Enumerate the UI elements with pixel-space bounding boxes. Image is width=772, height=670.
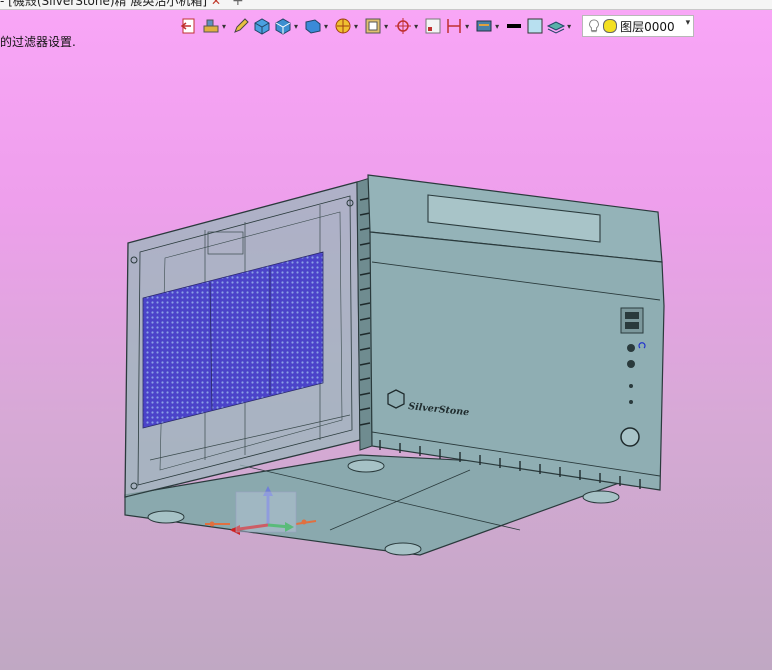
shaded-view-icon[interactable] <box>303 16 323 36</box>
document-tab-title: - [機殼(SilverStone)精 展英沽小机箱] <box>0 0 208 8</box>
mic-jack <box>627 360 635 368</box>
chevron-down-icon[interactable]: ▾ <box>324 22 328 31</box>
3d-viewport[interactable]: SilverStone - [機殼(SilverStone)精 展英沽小机箱] ✕… <box>0 0 772 670</box>
wireframe-icon[interactable] <box>363 16 383 36</box>
layers-icon[interactable] <box>546 16 566 36</box>
chevron-down-icon[interactable]: ▾ <box>384 22 388 31</box>
new-tab-button[interactable]: + <box>232 0 244 9</box>
display-mode-icon[interactable] <box>474 16 494 36</box>
layer-color-icon[interactable] <box>603 19 618 33</box>
chevron-down-icon[interactable]: ▾ <box>414 22 418 31</box>
part-tools-icon[interactable] <box>201 16 221 36</box>
chevron-down-icon[interactable]: ▾ <box>686 18 691 28</box>
case-foot <box>347 459 385 473</box>
power-button <box>620 427 640 447</box>
exit-icon[interactable] <box>180 16 200 36</box>
case-foot <box>384 542 422 556</box>
view-toolbar: ▾ ▾ ▾ ▾ ▾ ▾ ▾ ▾ ▾ 图层0000 ▾ <box>180 14 695 38</box>
usb-ports <box>620 307 644 334</box>
filter-hint-text: 的过滤器设置. <box>0 35 76 49</box>
case-foot <box>147 510 185 524</box>
solid-box-icon[interactable] <box>252 16 272 36</box>
layer-select[interactable]: 图层0000 ▾ <box>582 15 695 37</box>
case-foot <box>582 490 620 504</box>
chevron-down-icon[interactable]: ▾ <box>354 22 358 31</box>
chevron-down-icon[interactable]: ▾ <box>465 22 469 31</box>
render-mode-icon[interactable] <box>333 16 353 36</box>
line-color-icon[interactable] <box>504 16 524 36</box>
cad-model-scene[interactable]: SilverStone <box>0 0 772 670</box>
fill-color-icon[interactable] <box>525 16 545 36</box>
audio-jack <box>627 344 635 352</box>
document-tab-bar: - [機殼(SilverStone)精 展英沽小机箱] ✕ + <box>0 0 772 10</box>
chevron-down-icon[interactable]: ▾ <box>222 22 226 31</box>
chevron-down-icon[interactable]: ▾ <box>495 22 499 31</box>
dimension-icon[interactable] <box>444 16 464 36</box>
lightbulb-icon[interactable] <box>587 17 603 35</box>
snap-icon[interactable] <box>393 16 413 36</box>
box-view-icon[interactable] <box>273 16 293 36</box>
close-tab-icon[interactable]: ✕ <box>211 0 221 8</box>
measure-icon[interactable] <box>423 16 443 36</box>
document-tab[interactable]: - [機殼(SilverStone)精 展英沽小机箱] ✕ <box>0 0 227 9</box>
layer-name: 图层0000 <box>620 19 675 34</box>
chevron-down-icon[interactable]: ▾ <box>567 22 571 31</box>
pencil-icon[interactable] <box>231 16 251 36</box>
front-main-panel <box>369 231 665 491</box>
chevron-down-icon[interactable]: ▾ <box>294 22 298 31</box>
